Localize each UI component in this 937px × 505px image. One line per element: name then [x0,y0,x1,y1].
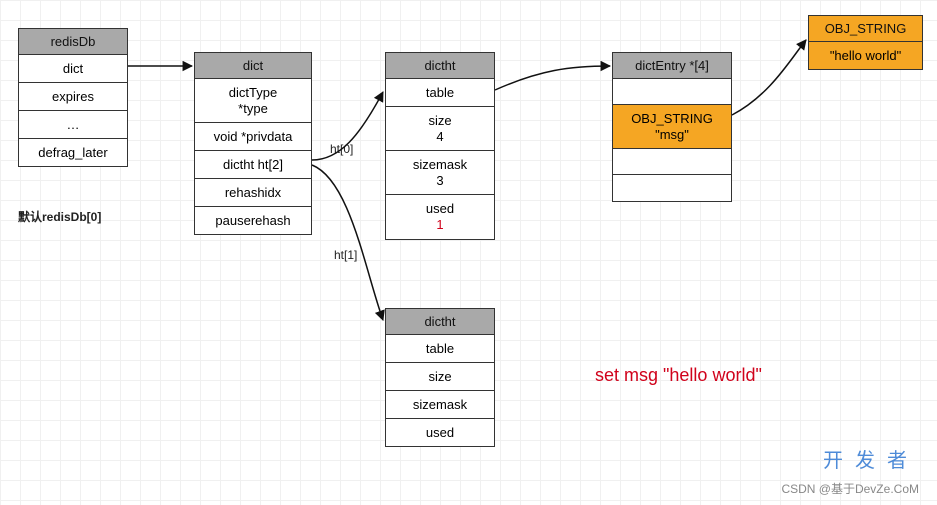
dict-row-dicttype: dictType *type [195,79,311,123]
dictht0-row-used: used1 [386,195,494,238]
dictentry-header: dictEntry *[4] [613,53,731,79]
dict-box: dict dictType *type void *privdata dicth… [194,52,312,235]
dictentry-row-0 [613,79,731,105]
dictht1-row-sizemask: sizemask [386,391,494,419]
dictentry-row-msg: OBJ_STRING"msg" [613,105,731,149]
watermark-sub: CSDN @基于DevZe.CoM [781,480,919,497]
dictht0-row-size: size4 [386,107,494,151]
dict-header: dict [195,53,311,79]
command-text: set msg "hello world" [595,365,762,386]
redisdb-row-defrag: defrag_later [19,139,127,166]
ht0-label: ht[0] [330,142,353,156]
dictentry-box: dictEntry *[4] OBJ_STRING"msg" [612,52,732,202]
ht1-label: ht[1] [334,248,357,262]
redisdb-header: redisDb [19,29,127,55]
objstring-header: OBJ_STRING [809,16,922,42]
objstring-box: OBJ_STRING "hello world" [808,15,923,70]
redisdb-row-dict: dict [19,55,127,83]
dict-row-ht: dictht ht[2] [195,151,311,179]
dictht1-header: dictht [386,309,494,335]
dictht1-row-table: table [386,335,494,363]
dictentry-row-2 [613,149,731,175]
dictht0-row-table: table [386,79,494,107]
dictht0-row-sizemask: sizemask3 [386,151,494,195]
dictht0-box: dictht table size4 sizemask3 used1 [385,52,495,240]
default-redisdb-label: 默认redisDb[0] [18,208,101,225]
redisdb-box: redisDb dict expires … defrag_later [18,28,128,167]
objstring-value: "hello world" [809,42,922,69]
dict-row-rehashidx: rehashidx [195,179,311,207]
dictht1-box: dictht table size sizemask used [385,308,495,447]
redisdb-row-expires: expires [19,83,127,111]
dictht1-row-used: used [386,419,494,446]
watermark-site: 开发者 [823,444,919,473]
dict-row-pauserehash: pauserehash [195,207,311,234]
dictht1-row-size: size [386,363,494,391]
dict-row-privdata: void *privdata [195,123,311,151]
dictht0-header: dictht [386,53,494,79]
redisdb-row-ellipsis: … [19,111,127,139]
dictentry-row-3 [613,175,731,201]
